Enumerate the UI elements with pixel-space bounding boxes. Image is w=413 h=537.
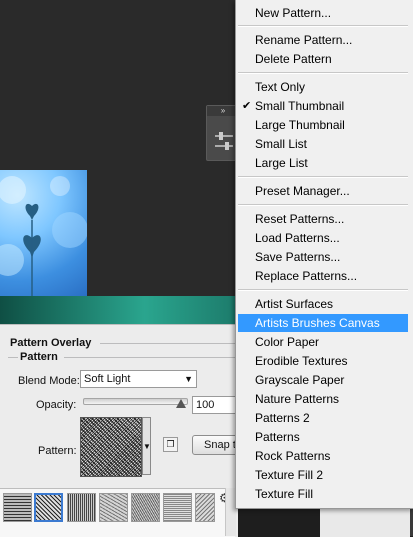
section-title: Pattern	[20, 351, 58, 363]
pattern-label: Pattern:	[38, 445, 77, 457]
blend-mode-select[interactable]: Soft Light ▼	[80, 370, 197, 388]
group-title: Pattern Overlay	[10, 337, 92, 349]
opacity-slider[interactable]	[83, 398, 188, 405]
menu-item-nature-patterns[interactable]: Nature Patterns	[236, 390, 410, 408]
section-divider-left	[8, 357, 18, 358]
menu-item-small-list[interactable]: Small List	[236, 135, 410, 153]
menu-item-new-pattern[interactable]: New Pattern...	[236, 4, 410, 22]
menu-item-grayscale-paper[interactable]: Grayscale Paper	[236, 371, 410, 389]
opacity-label: Opacity:	[36, 399, 77, 411]
opacity-slider-thumb[interactable]	[176, 399, 186, 408]
menu-item-texture-fill-2[interactable]: Texture Fill 2	[236, 466, 410, 484]
group-divider	[100, 343, 238, 344]
menu-item-delete-pattern[interactable]: Delete Pattern	[236, 50, 410, 68]
menu-item-patterns-2[interactable]: Patterns 2	[236, 409, 410, 427]
menu-item-reset-patterns[interactable]: Reset Patterns...	[236, 210, 410, 228]
pattern-picker-dropdown[interactable]: ▼	[142, 417, 151, 475]
pattern-thumb[interactable]	[195, 493, 215, 522]
pattern-context-menu: New Pattern... Rename Pattern... Delete …	[235, 0, 413, 509]
menu-separator	[238, 176, 408, 178]
menu-item-rename-pattern[interactable]: Rename Pattern...	[236, 31, 410, 49]
menu-item-color-paper[interactable]: Color Paper	[236, 333, 410, 351]
menu-item-preset-manager[interactable]: Preset Manager...	[236, 182, 410, 200]
menu-separator	[238, 25, 408, 27]
menu-item-texture-fill[interactable]: Texture Fill	[236, 485, 410, 503]
menu-item-erodible-textures[interactable]: Erodible Textures	[236, 352, 410, 370]
blend-mode-value: Soft Light	[84, 373, 131, 385]
menu-item-artists-brushes-canvas[interactable]: Artists Brushes Canvas	[238, 314, 408, 332]
pattern-thumb[interactable]	[3, 493, 32, 522]
pattern-picker	[0, 488, 235, 537]
menu-item-save-patterns[interactable]: Save Patterns...	[236, 248, 410, 266]
menu-separator	[238, 204, 408, 206]
pattern-thumb-selected[interactable]	[34, 493, 63, 522]
pattern-thumb[interactable]	[163, 493, 192, 522]
menu-item-replace-patterns[interactable]: Replace Patterns...	[236, 267, 410, 285]
menu-item-label: Small Thumbnail	[255, 99, 345, 113]
menu-item-small-thumbnail[interactable]: ✔ Small Thumbnail	[236, 97, 410, 115]
menu-item-large-list[interactable]: Large List	[236, 154, 410, 172]
pattern-swatch[interactable]	[80, 417, 142, 477]
menu-item-rock-patterns[interactable]: Rock Patterns	[236, 447, 410, 465]
menu-item-text-only[interactable]: Text Only	[236, 78, 410, 96]
menu-item-artist-surfaces[interactable]: Artist Surfaces	[236, 295, 410, 313]
pattern-thumb[interactable]	[99, 493, 128, 522]
new-preset-icon: ❐	[166, 439, 175, 449]
pattern-thumb[interactable]	[131, 493, 160, 522]
canvas-image	[0, 170, 87, 296]
menu-item-patterns[interactable]: Patterns	[236, 428, 410, 446]
menu-item-load-patterns[interactable]: Load Patterns...	[236, 229, 410, 247]
blend-mode-label: Blend Mode:	[18, 375, 80, 387]
checkmark-icon: ✔	[242, 100, 252, 112]
hearts-artwork	[0, 176, 87, 296]
menu-separator	[238, 289, 408, 291]
menu-item-large-thumbnail[interactable]: Large Thumbnail	[236, 116, 410, 134]
chevron-down-icon: ▼	[184, 374, 193, 384]
chevron-down-icon: ▼	[143, 442, 151, 451]
section-divider-right	[64, 357, 238, 358]
new-preset-button[interactable]: ❐	[163, 437, 178, 452]
pattern-thumb[interactable]	[67, 493, 96, 522]
opacity-input[interactable]: 100	[192, 396, 238, 414]
menu-separator	[238, 72, 408, 74]
